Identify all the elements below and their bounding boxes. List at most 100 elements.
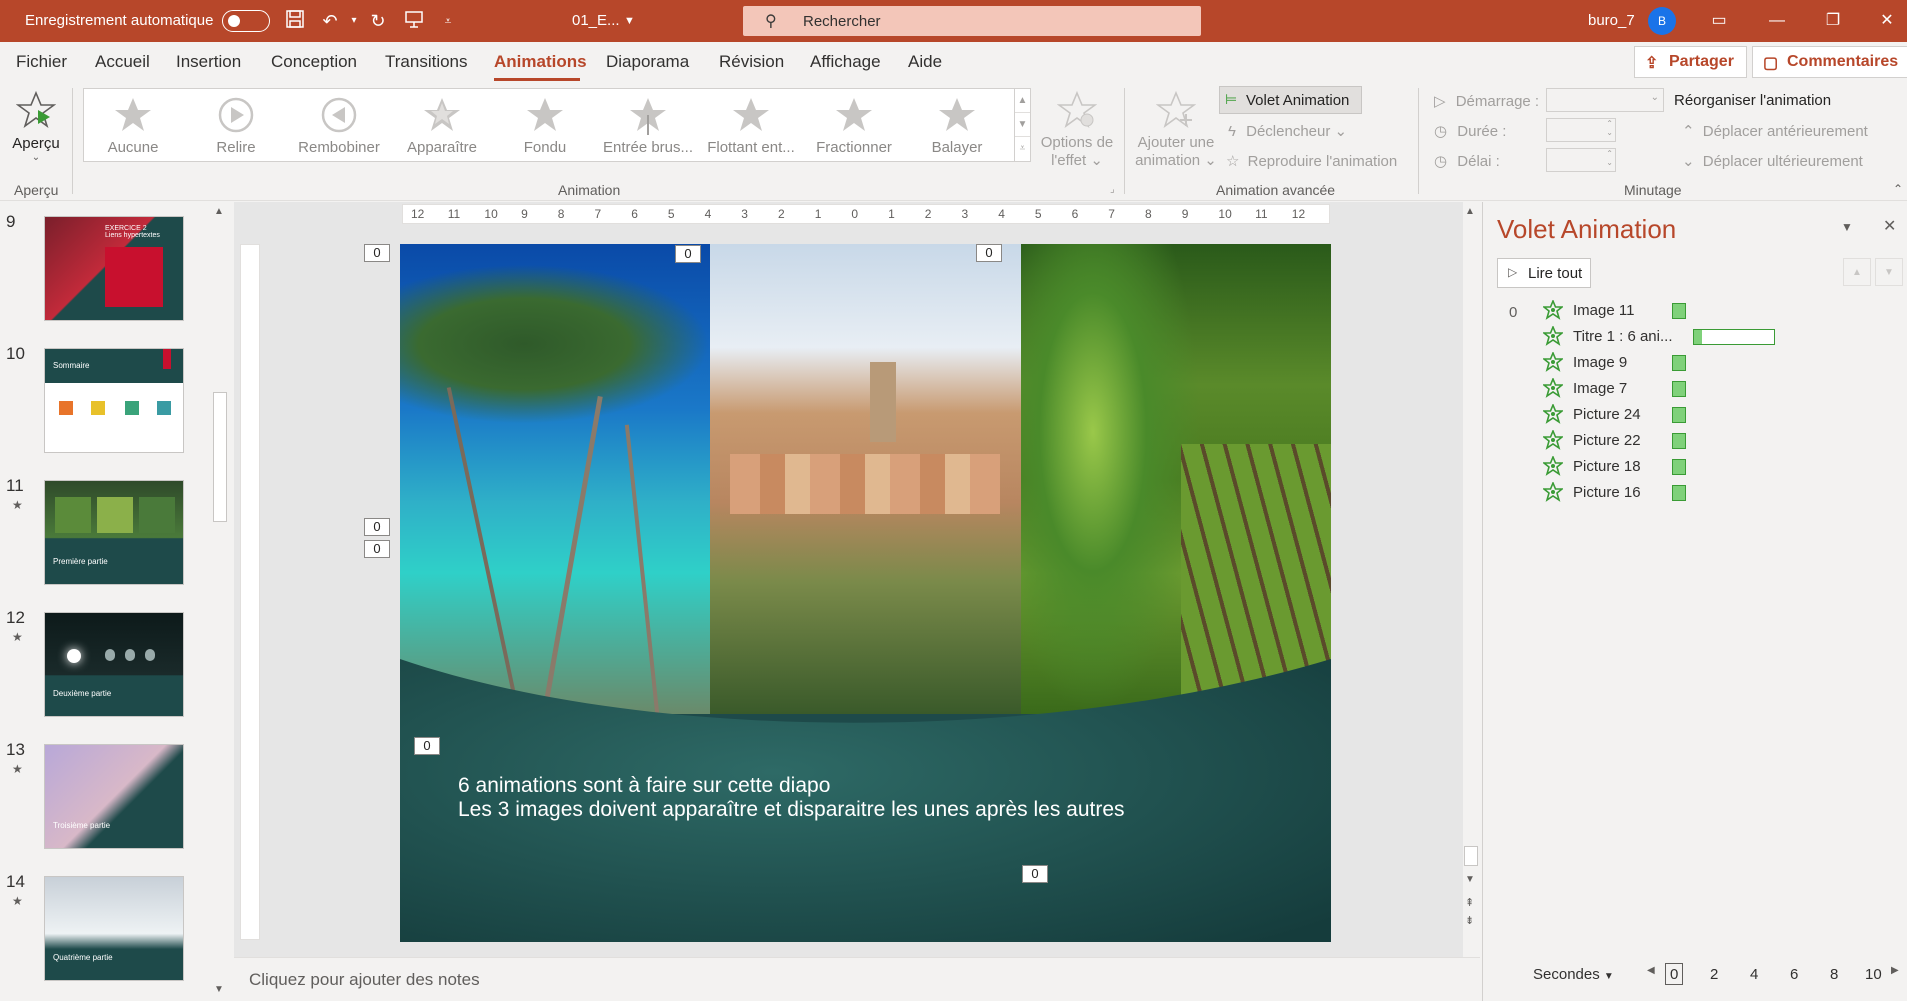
play-all-button[interactable]: ▷ Lire tout xyxy=(1497,258,1591,288)
trigger-button[interactable]: ϟ Déclencheur ⌄ xyxy=(1228,122,1347,140)
delay-input[interactable]: ⌃ ⌄ xyxy=(1546,148,1616,172)
animation-list-item[interactable]: Image 11 xyxy=(1543,300,1883,322)
animation-list-item[interactable]: Picture 16 xyxy=(1543,482,1883,504)
anim-float-in[interactable]: Flottant ent... xyxy=(702,95,800,156)
slide-thumb-9[interactable]: EXERCICE 2 Liens hypertextes xyxy=(44,216,184,321)
tab-transitions[interactable]: Transitions xyxy=(385,52,468,72)
animation-list-item[interactable]: Picture 18 xyxy=(1543,456,1883,478)
add-animation-button[interactable]: Ajouter une animation ⌄ xyxy=(1134,90,1218,169)
gallery-up-icon[interactable]: ▲ xyxy=(1015,89,1030,113)
animation-tag[interactable]: 0 xyxy=(414,737,440,755)
anim-none[interactable]: Aucune xyxy=(84,95,182,156)
minimize-icon[interactable]: — xyxy=(1762,8,1792,34)
doc-dropdown-icon[interactable]: ▼ xyxy=(624,15,635,27)
scroll-down-icon[interactable]: ▼ xyxy=(214,984,224,995)
move-down-icon[interactable]: ▼ xyxy=(1875,258,1903,286)
animation-list-item[interactable]: Image 9 xyxy=(1543,352,1883,374)
anim-split[interactable]: Fractionner xyxy=(805,95,903,156)
animation-list-item[interactable]: Image 7 xyxy=(1543,378,1883,400)
timing-bar[interactable] xyxy=(1672,485,1686,501)
undo-dropdown-icon[interactable]: ▾ xyxy=(342,9,366,33)
thumbnails-scrollbar[interactable]: ▲ ▼ xyxy=(212,202,229,1001)
gallery-more-icon[interactable]: ⩡ xyxy=(1015,137,1030,161)
seconds-dropdown[interactable]: Secondes ▼ xyxy=(1533,966,1614,983)
timing-bar[interactable] xyxy=(1672,303,1686,319)
notes-pane[interactable]: Cliquez pour ajouter des notes xyxy=(234,957,1480,1001)
scroll-up-icon[interactable]: ▲ xyxy=(1465,206,1475,217)
user-name[interactable]: buro_7 xyxy=(1588,12,1635,29)
animation-tag[interactable]: 0 xyxy=(364,244,390,262)
restore-icon[interactable]: ❐ xyxy=(1818,8,1848,34)
prev-slide-icon[interactable]: ⇞ xyxy=(1465,896,1474,909)
scroll-up-icon[interactable]: ▲ xyxy=(214,206,224,217)
notes-placeholder[interactable]: Cliquez pour ajouter des notes xyxy=(249,970,480,990)
animation-list-item[interactable]: Picture 24 xyxy=(1543,404,1883,426)
timeline-ruler[interactable]: ◀ 0 2 4 6 8 10 ▶ xyxy=(1647,963,1899,985)
tab-accueil[interactable]: Accueil xyxy=(95,52,150,72)
animation-pane-button[interactable]: ⊨ Volet Animation xyxy=(1219,86,1362,114)
undo-icon[interactable]: ↶ xyxy=(318,9,342,33)
timeline-left-icon[interactable]: ◀ xyxy=(1647,965,1655,976)
animation-tag[interactable]: 0 xyxy=(1022,865,1048,883)
comments-button[interactable]: ▢ Commentaires xyxy=(1752,46,1907,78)
slide-canvas[interactable]: 0 0 0 6 animations sont à faire sur cett… xyxy=(400,244,1331,942)
redo-icon[interactable]: ↻ xyxy=(366,9,390,33)
slide-thumb-13[interactable]: Troisième partie xyxy=(44,744,184,849)
gallery-down-icon[interactable]: ▼ xyxy=(1015,113,1030,137)
slide-thumb-12[interactable]: Deuxième partie xyxy=(44,612,184,717)
slide-text-line-1[interactable]: 6 animations sont à faire sur cette diap… xyxy=(458,774,830,798)
share-button[interactable]: ⇪ Partager xyxy=(1634,46,1747,78)
animation-tag[interactable]: 0 xyxy=(364,540,390,558)
start-select[interactable]: ⌄ xyxy=(1546,88,1664,112)
search-box[interactable]: ⚲ Rechercher xyxy=(743,6,1201,36)
slide-thumb-11[interactable]: Première partie xyxy=(44,480,184,585)
next-slide-icon[interactable]: ⇟ xyxy=(1465,914,1474,927)
avatar[interactable]: B xyxy=(1648,7,1676,35)
preview-button[interactable]: Aperçu ⌄ xyxy=(8,90,64,170)
slide-thumb-14[interactable]: Quatrième partie xyxy=(44,876,184,981)
animation-tag[interactable]: 0 xyxy=(976,244,1002,262)
pane-close-icon[interactable]: ✕ xyxy=(1883,216,1896,236)
timing-bar[interactable] xyxy=(1693,329,1775,345)
anim-rewind[interactable]: Rembobiner xyxy=(290,95,388,156)
tab-diaporama[interactable]: Diaporama xyxy=(606,52,689,72)
present-icon[interactable] xyxy=(402,9,426,33)
customize-qat-icon[interactable]: ⩡ xyxy=(436,9,460,33)
ribbon-display-icon[interactable]: ▭ xyxy=(1704,8,1734,34)
move-up-icon[interactable]: ▲ xyxy=(1843,258,1871,286)
tab-aide[interactable]: Aide xyxy=(908,52,942,72)
tab-fichier[interactable]: Fichier xyxy=(16,52,67,72)
animation-list-item[interactable]: Picture 22 xyxy=(1543,430,1883,452)
autosave-toggle[interactable] xyxy=(222,10,270,32)
pane-options-icon[interactable]: ▼ xyxy=(1841,220,1853,234)
scroll-down-icon[interactable]: ▼ xyxy=(1465,874,1475,885)
scroll-thumb[interactable] xyxy=(1464,846,1478,866)
anim-fade[interactable]: Fondu xyxy=(496,95,594,156)
timing-bar[interactable] xyxy=(1672,381,1686,397)
animation-tag[interactable]: 0 xyxy=(364,518,390,536)
move-later-button[interactable]: ⌄ Déplacer ultérieurement xyxy=(1682,152,1863,170)
move-earlier-button[interactable]: ⌃ Déplacer antérieurement xyxy=(1682,122,1868,140)
save-icon[interactable] xyxy=(283,9,307,33)
slide-text-line-2[interactable]: Les 3 images doivent apparaître et dispa… xyxy=(458,798,1125,822)
tab-conception[interactable]: Conception xyxy=(271,52,357,72)
tab-insertion[interactable]: Insertion xyxy=(176,52,241,72)
edit-scrollbar[interactable]: ▲ ▼ ⇞ ⇟ xyxy=(1463,202,1480,957)
search-input[interactable]: Rechercher xyxy=(803,13,881,30)
tab-animations[interactable]: Animations xyxy=(494,52,587,72)
tab-revision[interactable]: Révision xyxy=(719,52,784,72)
anim-fly-in[interactable]: Entrée brus... xyxy=(599,95,697,156)
anim-appear[interactable]: Apparaître xyxy=(393,95,491,156)
slide-thumb-10[interactable]: Sommaire xyxy=(44,348,184,453)
timeline-right-icon[interactable]: ▶ xyxy=(1891,965,1899,976)
effect-options-button[interactable]: Options de l'effet ⌄ xyxy=(1036,90,1118,169)
timing-bar[interactable] xyxy=(1672,459,1686,475)
collapse-ribbon-icon[interactable]: ⌃ xyxy=(1893,182,1903,196)
timing-bar[interactable] xyxy=(1672,407,1686,423)
anim-replay[interactable]: Relire xyxy=(187,95,285,156)
timing-bar[interactable] xyxy=(1672,355,1686,371)
tab-affichage[interactable]: Affichage xyxy=(810,52,881,72)
document-name[interactable]: 01_E... xyxy=(572,12,620,29)
animation-tag[interactable]: 0 xyxy=(675,245,701,263)
anim-wipe[interactable]: Balayer xyxy=(908,95,1006,156)
